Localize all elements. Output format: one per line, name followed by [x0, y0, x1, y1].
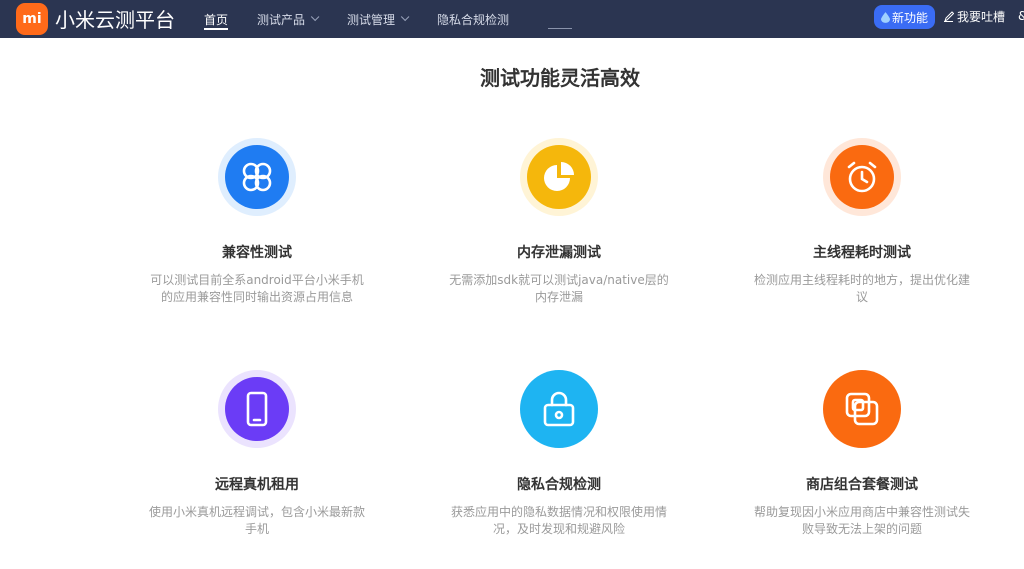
- nav-privacy-compliance-label: 隐私合规检测: [437, 12, 510, 27]
- feature-title: 商店组合套餐测试: [806, 477, 918, 493]
- clover-icon: [242, 162, 272, 192]
- feature-card-memory-leak[interactable]: 内存泄漏测试 无需添加sdk就可以测试java/native层的内存泄漏: [429, 138, 689, 306]
- feature-card-remote-device[interactable]: 远程真机租用 使用小米真机远程调试，包含小米最新款手机: [127, 370, 387, 538]
- pencil-icon: [944, 10, 954, 22]
- top-nav-bar: mi 小米云测平台 首页 测试产品 测试管理 隐私合规检测 新功能 我要吐槽 &: [0, 0, 1024, 38]
- feature-card-store-bundle[interactable]: 商店组合套餐测试 帮助复现因小米应用商店中兼容性测试失败导致无法上架的问题: [732, 370, 992, 538]
- feature-description: 可以测试目前全系android平台小米手机的应用兼容性同时输出资源占用信息: [150, 273, 364, 304]
- icon-ring: [520, 370, 598, 448]
- brand-title[interactable]: 小米云测平台: [55, 4, 175, 33]
- alarm-clock-icon: [847, 161, 877, 193]
- icon-ring: [218, 370, 296, 448]
- icon-ring: [823, 138, 901, 216]
- nav-test-products[interactable]: 测试产品: [257, 0, 320, 38]
- nav-test-management-label: 测试管理: [347, 12, 396, 27]
- feature-title: 隐私合规检测: [517, 477, 601, 493]
- feedback-link[interactable]: 我要吐槽: [944, 0, 1005, 32]
- mi-logo[interactable]: mi: [16, 3, 48, 35]
- droplet-icon: [880, 11, 890, 23]
- combo-squares-icon: [845, 392, 879, 426]
- nav-test-management[interactable]: 测试管理: [347, 0, 410, 38]
- new-feature-label: 新功能: [891, 10, 928, 25]
- chevron-down-icon: [310, 12, 320, 22]
- nav-divider: [548, 28, 572, 29]
- feature-card-privacy[interactable]: 隐私合规检测 获悉应用中的隐私数据情况和权限使用情况，及时发现和规避风险: [429, 370, 689, 538]
- feature-card-main-thread[interactable]: 主线程耗时测试 检测应用主线程耗时的地方，提出优化建议: [732, 138, 992, 306]
- feedback-label: 我要吐槽: [957, 9, 1006, 24]
- icon-core: [823, 370, 901, 448]
- feature-title: 兼容性测试: [222, 245, 292, 261]
- feature-description: 无需添加sdk就可以测试java/native层的内存泄漏: [449, 273, 669, 304]
- feature-description: 帮助复现因小米应用商店中兼容性测试失败导致无法上架的问题: [753, 505, 970, 536]
- nav-privacy-compliance[interactable]: 隐私合规检测: [437, 0, 509, 38]
- lock-icon: [543, 391, 575, 427]
- icon-ring: [823, 370, 901, 448]
- feature-title: 主线程耗时测试: [813, 245, 911, 261]
- feature-title: 内存泄漏测试: [517, 245, 601, 261]
- icon-ring: [520, 138, 598, 216]
- nav-home[interactable]: 首页: [204, 0, 229, 38]
- nav-home-label: 首页: [204, 12, 229, 27]
- icon-core: [225, 377, 289, 441]
- icon-core: [225, 145, 289, 209]
- phone-icon: [246, 391, 268, 427]
- header-edge-text: &: [1018, 0, 1024, 32]
- chevron-down-icon: [400, 12, 410, 22]
- icon-core: [830, 145, 894, 209]
- feature-title: 远程真机租用: [215, 477, 299, 493]
- feature-description: 使用小米真机远程调试，包含小米最新款手机: [148, 505, 365, 536]
- feature-description: 获悉应用中的隐私数据情况和权限使用情况，及时发现和规避风险: [450, 505, 667, 536]
- pie-chart-icon: [544, 162, 574, 191]
- icon-core: [527, 145, 591, 209]
- nav-test-products-label: 测试产品: [257, 12, 306, 27]
- feature-card-compatibility[interactable]: 兼容性测试 可以测试目前全系android平台小米手机的应用兼容性同时输出资源占…: [127, 138, 387, 306]
- icon-core: [520, 370, 598, 448]
- feature-description: 检测应用主线程耗时的地方，提出优化建议: [753, 273, 970, 304]
- section-title: 测试功能灵活高效: [480, 66, 640, 90]
- new-feature-button[interactable]: 新功能: [874, 5, 935, 29]
- icon-ring: [218, 138, 296, 216]
- logo-mark-text: mi: [22, 11, 42, 27]
